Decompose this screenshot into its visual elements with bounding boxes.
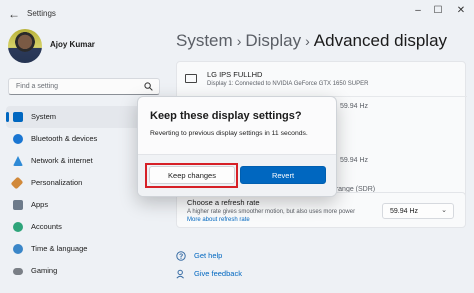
sidebar-item-label: Network & internet	[31, 156, 93, 165]
search-input[interactable]: Find a setting	[8, 78, 160, 95]
brush-icon	[10, 176, 24, 190]
help-icon	[176, 251, 186, 261]
annotation-highlight-box	[145, 163, 238, 188]
sidebar-item-label: Personalization	[31, 178, 83, 187]
sidebar-item-gaming[interactable]: Gaming	[6, 260, 161, 282]
system-icon	[13, 112, 23, 122]
avatar	[8, 29, 42, 63]
revert-button[interactable]: Revert	[240, 166, 326, 184]
sidebar-item-label: Bluetooth & devices	[31, 134, 98, 143]
sidebar-item-apps[interactable]: Apps	[6, 194, 161, 216]
title-bar: ← Settings – ☐ ✕	[0, 0, 474, 28]
give-feedback-link[interactable]: Give feedback	[176, 267, 296, 281]
get-help-label: Get help	[194, 251, 223, 260]
monitor-subtitle: Display 1: Connected to NVIDIA GeForce G…	[207, 81, 369, 87]
breadcrumb-separator: ›	[236, 33, 242, 49]
breadcrumb: System › Display › Advanced display	[176, 31, 447, 51]
user-profile[interactable]: Ajoy Kumar	[8, 29, 168, 65]
breadcrumb-system[interactable]: System	[176, 31, 233, 50]
info-value: 59.94 Hz	[340, 157, 369, 164]
gaming-icon	[13, 268, 23, 275]
breadcrumb-display[interactable]: Display	[245, 31, 301, 50]
monitor-icon	[185, 74, 197, 83]
minimize-button[interactable]: –	[407, 3, 429, 19]
sidebar-item-label: Time & language	[31, 244, 88, 253]
sidebar-item-label: Gaming	[31, 266, 58, 275]
user-name: Ajoy Kumar	[50, 40, 95, 49]
app-title: Settings	[27, 9, 56, 18]
get-help-link[interactable]: Get help	[176, 249, 296, 263]
network-icon	[13, 156, 23, 166]
refresh-subtitle: A higher rate gives smoother motion, but…	[187, 209, 356, 215]
search-placeholder: Find a setting	[16, 83, 59, 90]
info-value: 59.94 Hz	[340, 103, 369, 110]
page-title: Advanced display	[313, 31, 448, 50]
breadcrumb-separator: ›	[305, 33, 310, 49]
refresh-rate-select[interactable]: 59.94 Hz ⌄	[382, 203, 454, 219]
refresh-title: Choose a refresh rate	[187, 198, 260, 207]
bluetooth-icon	[13, 134, 23, 144]
give-feedback-label: Give feedback	[194, 269, 242, 278]
globe-icon	[13, 244, 23, 254]
apps-icon	[13, 200, 23, 210]
sidebar-item-label: Apps	[31, 200, 49, 209]
monitor-name: LG IPS FULLHD	[207, 70, 263, 79]
sidebar-item-accounts[interactable]: Accounts	[6, 216, 161, 238]
dialog-message: Reverting to previous display settings i…	[150, 130, 308, 137]
accounts-icon	[13, 222, 23, 232]
refresh-rate-value: 59.94 Hz	[390, 207, 419, 215]
back-arrow-icon[interactable]: ←	[6, 6, 22, 22]
search-icon[interactable]	[144, 82, 153, 91]
dialog-title: Keep these display settings?	[150, 110, 302, 122]
chevron-down-icon: ⌄	[441, 207, 447, 214]
sidebar-item-time-language[interactable]: Time & language	[6, 238, 161, 260]
refresh-more-link[interactable]: More about refresh rate	[187, 217, 250, 223]
maximize-button[interactable]: ☐	[427, 3, 449, 19]
sidebar-item-label: System	[31, 112, 57, 121]
feedback-icon	[176, 269, 184, 279]
refresh-rate-card: Choose a refresh rate A higher rate give…	[176, 192, 466, 228]
sidebar-item-label: Accounts	[31, 222, 62, 231]
close-button[interactable]: ✕	[450, 3, 472, 19]
